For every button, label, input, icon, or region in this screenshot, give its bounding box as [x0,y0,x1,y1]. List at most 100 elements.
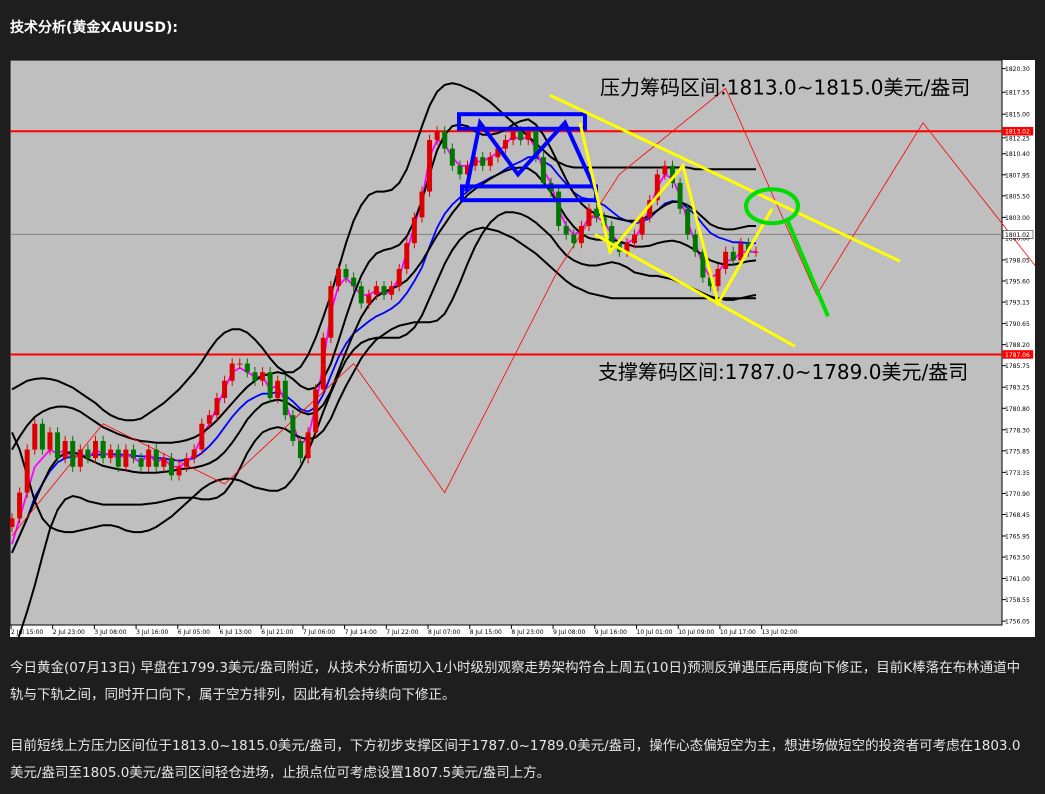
y-tick-label: 1812.25 [1005,135,1030,142]
x-tick-label: 8 Jul 07:00 [428,629,460,636]
candle [457,165,463,175]
y-tick-label: 1798.05 [1005,257,1030,264]
candle [381,286,387,295]
candle [290,415,296,441]
candle [419,191,425,218]
candle [17,492,23,519]
price-chart-svg: 压力筹码区间:1813.0~1815.0美元/盎司支撑筹码区间:1787.0~1… [10,60,1035,637]
candle [130,449,136,459]
candle [168,458,174,476]
candle [540,157,546,183]
candle [55,432,61,459]
x-tick-label: 10 Jul 09:00 [678,629,714,636]
candle [191,449,197,459]
y-tick-label: 1763.50 [1005,555,1030,562]
candle [594,208,600,218]
candle [677,182,683,209]
candle [108,449,114,459]
resistance-label: 压力筹码区间:1813.0~1815.0美元/盎司 [600,75,970,99]
y-tick-label: 1770.90 [1005,491,1030,498]
candle [373,286,379,295]
candle [351,277,357,287]
candle [237,363,243,365]
y-tick-label: 1780.80 [1005,406,1030,413]
current-price-tag: 1801.02 [1005,232,1030,239]
x-tick-label: 8 Jul 15:00 [470,629,502,636]
x-tick-label: 7 Jul 14:00 [345,629,377,636]
candle [206,415,212,424]
y-tick-label: 1778.30 [1005,427,1030,434]
candle [343,268,349,278]
support-label: 支撑筹码区间:1787.0~1789.0美元/盎司 [598,360,968,384]
candle [563,225,569,235]
y-tick-label: 1807.95 [1005,172,1030,179]
y-tick-label: 1775.85 [1005,448,1030,455]
y-tick-label: 1815.00 [1005,112,1030,119]
candle [518,131,524,140]
y-tick-label: 1790.65 [1005,321,1030,328]
candle [556,191,562,226]
y-tick-label: 1785.75 [1005,363,1030,370]
x-tick-label: 9 Jul 16:00 [595,629,627,636]
x-tick-label: 13 Jul 02:00 [762,629,798,636]
x-tick-label: 10 Jul 17:00 [720,629,756,636]
x-tick-label: 3 Jul 08:00 [94,629,126,636]
x-tick-label: 7 Jul 22:00 [386,629,418,636]
candle [586,208,592,226]
x-tick-label: 10 Jul 01:00 [637,629,673,636]
candle [176,466,182,476]
candle [93,440,99,459]
candle [692,234,698,252]
support-price-tag: 1787.06 [1005,352,1030,359]
candle [335,268,341,287]
candle [24,449,30,493]
candle [260,372,266,381]
candle [222,380,228,398]
candle [32,423,38,450]
candle [434,131,440,140]
candle [685,208,691,235]
candle [389,286,395,295]
candle [525,131,531,140]
y-tick-label: 1758.55 [1005,597,1030,604]
candle [275,380,281,398]
candle [639,217,645,235]
y-tick-label: 1795.60 [1005,279,1030,286]
candle [62,440,68,459]
candle [480,157,486,166]
price-chart: 压力筹码区间:1813.0~1815.0美元/盎司 支撑筹码区间:1787.0~1… [10,60,1035,637]
candle [252,372,258,381]
candle [297,440,303,459]
candle [10,518,15,527]
candle [723,251,729,269]
candle [305,432,311,459]
candle [578,225,584,244]
candle [449,148,455,166]
x-tick-label: 6 Jul 13:00 [220,629,252,636]
candle [366,294,372,304]
candle [161,458,167,467]
candle [39,423,45,450]
candle [77,449,83,467]
candle [115,449,121,467]
x-tick-label: 6 Jul 05:00 [178,629,210,636]
candle [229,363,235,381]
candle [70,440,76,467]
candle [662,165,668,175]
candle [100,440,106,459]
candle [632,234,638,244]
candle [146,449,152,467]
candle [510,131,516,140]
y-tick-label: 1761.00 [1005,576,1030,583]
x-tick-label: 2 Jul 23:00 [53,629,85,636]
candle [328,286,334,338]
candle [487,157,493,166]
candle [753,251,759,253]
analysis-paragraph-1: 今日黄金(07月13日) 早盘在1799.3美元/盎司附近，从技术分析面切入1小… [10,660,1021,703]
analysis-paragraph-2: 目前短线上方压力区间位于1813.0~1815.0美元/盎司，下方初步支撑区间于… [10,738,1021,781]
x-tick-label: 2 Jul 15:00 [11,629,43,636]
candle [571,234,577,244]
x-tick-label: 8 Jul 23:00 [511,629,543,636]
y-tick-label: 1817.55 [1005,90,1030,97]
x-tick-label: 6 Jul 21:00 [261,629,293,636]
